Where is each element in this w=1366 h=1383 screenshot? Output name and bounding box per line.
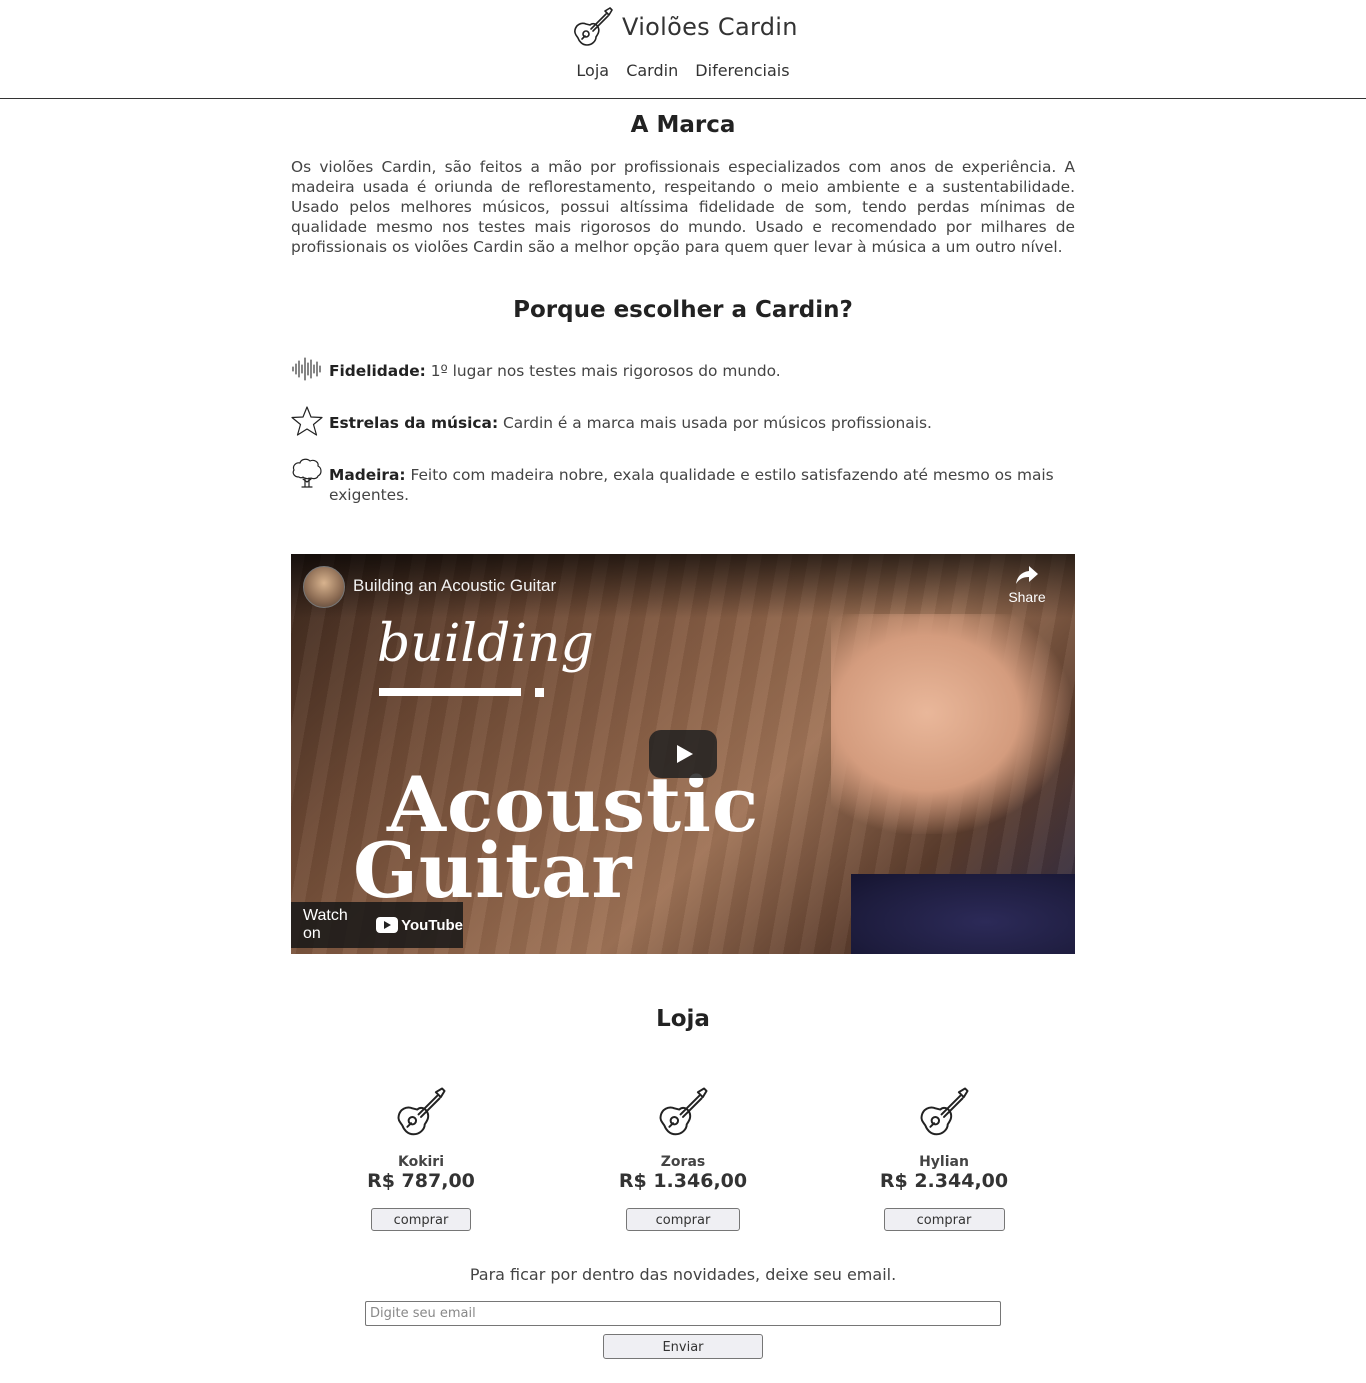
- feature-title: Fidelidade:: [329, 362, 426, 380]
- section-loja: Loja: [291, 1006, 1075, 1032]
- product-price: R$ 1.346,00: [618, 1170, 748, 1192]
- video-title[interactable]: Building an Acoustic Guitar: [353, 576, 556, 596]
- feature-text: 1º lugar nos testes mais rigorosos do mu…: [425, 362, 781, 380]
- video-thumbnail-hand: [831, 614, 1071, 834]
- product-name: Hylian: [919, 1154, 969, 1170]
- section-porque: Porque escolher a Cardin?: [291, 297, 1075, 323]
- watch-on-label: Watch on: [303, 907, 348, 942]
- email-field[interactable]: Digite seu email: [365, 1301, 1001, 1326]
- loja-heading: Loja: [656, 1006, 710, 1032]
- video-overlay-small: building: [377, 614, 594, 674]
- youtube-label: YouTube: [401, 916, 463, 934]
- share-button[interactable]: Share: [1007, 564, 1047, 605]
- marca-text: Os violões Cardin, são feitos a mão por …: [291, 158, 1075, 256]
- buy-button[interactable]: comprar: [371, 1208, 471, 1231]
- submit-button[interactable]: Enviar: [603, 1334, 763, 1359]
- buy-button[interactable]: comprar: [883, 1208, 1005, 1231]
- product-price: R$ 787,00: [367, 1170, 475, 1192]
- main-nav: Loja Cardin Diferenciais: [0, 61, 1366, 80]
- nav-item-loja[interactable]: Loja: [576, 61, 609, 80]
- section-marca: A Marca Os violões Cardin, são feitos a …: [291, 112, 1075, 257]
- feature-title: Madeira:: [329, 466, 406, 484]
- feature-title: Estrelas da música:: [329, 414, 499, 432]
- guitar-icon: [574, 7, 613, 46]
- guitar-icon: [920, 1087, 969, 1136]
- watch-on-youtube[interactable]: Watch on YouTube: [291, 902, 463, 948]
- nav-item-diferenciais[interactable]: Diferenciais: [695, 61, 789, 80]
- nav-item-cardin[interactable]: Cardin: [626, 61, 678, 80]
- product-card: Hylian R$ 2.344,00 comprar: [876, 1086, 1012, 1231]
- overlay-underline: [379, 688, 521, 696]
- star-icon: [291, 406, 323, 436]
- overlay-dot: [535, 688, 544, 697]
- porque-heading: Porque escolher a Cardin?: [513, 297, 853, 323]
- video-embed[interactable]: Building an Acoustic Guitar Share buildi…: [291, 554, 1075, 954]
- feature-text: Cardin é a marca mais usada por músicos …: [498, 414, 932, 432]
- newsletter-text: Para ficar por dentro das novidades, dei…: [469, 1265, 897, 1284]
- guitar-icon: [659, 1087, 708, 1136]
- feature-item: Madeira: Feito com madeira nobre, exala …: [291, 458, 1075, 505]
- channel-avatar[interactable]: [303, 566, 345, 608]
- youtube-play-icon: [376, 917, 399, 933]
- feature-text: Feito com madeira nobre, exala qualidade…: [329, 466, 1054, 504]
- product-card: Zoras R$ 1.346,00 comprar: [618, 1086, 748, 1231]
- feature-item: Estrelas da música: Cardin é a marca mai…: [291, 406, 1075, 437]
- share-label: Share: [1008, 589, 1046, 605]
- sound-wave-icon: [292, 357, 321, 381]
- product-name: Kokiri: [397, 1154, 445, 1170]
- site-header: Violões Cardin Loja Cardin Diferenciais: [0, 0, 1366, 99]
- youtube-logo: YouTube: [376, 917, 463, 934]
- feature-item: Fidelidade: 1º lugar nos testes mais rig…: [291, 357, 1075, 385]
- buy-button[interactable]: comprar: [626, 1208, 740, 1231]
- tree-icon: [292, 458, 322, 488]
- product-card: Kokiri R$ 787,00 comprar: [366, 1086, 476, 1231]
- video-thumbnail-mat: [851, 874, 1075, 954]
- brand[interactable]: Violões Cardin: [572, 6, 798, 48]
- product-name: Zoras: [660, 1154, 706, 1170]
- share-icon: [1016, 566, 1038, 584]
- brand-title: Violões Cardin: [622, 13, 798, 41]
- play-button[interactable]: [649, 730, 717, 778]
- marca-heading: A Marca: [630, 112, 736, 138]
- guitar-icon: [397, 1087, 446, 1136]
- product-price: R$ 2.344,00: [879, 1170, 1009, 1192]
